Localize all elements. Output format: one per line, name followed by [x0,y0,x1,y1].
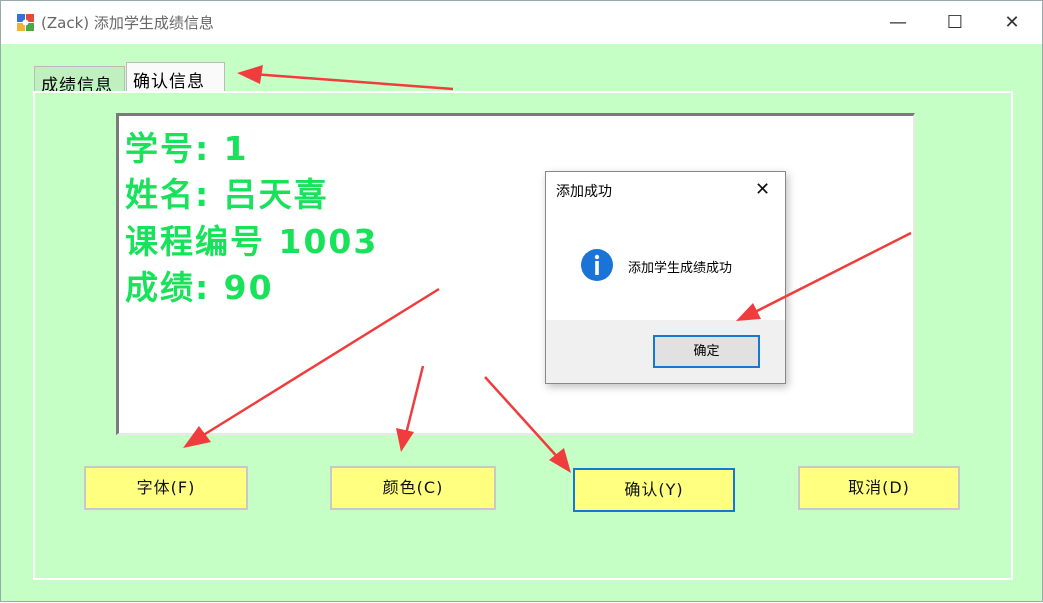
color-button[interactable]: 颜色(C) [330,466,496,510]
score-line: 成绩: 90 [125,268,274,307]
dialog-ok-button[interactable]: 确定 [653,335,760,368]
student-id-line: 学号: 1 [125,129,249,168]
maximize-button[interactable]: ☐ [926,1,984,44]
window-title: (Zack) 添加学生成绩信息 [41,14,214,32]
title-bar: (Zack) 添加学生成绩信息 — ☐ ✕ [1,1,1042,44]
tab-confirm-info[interactable]: 确认信息 [126,62,225,92]
tab-score-info[interactable]: 成绩信息 [34,66,125,96]
success-dialog: 添加成功 ✕ 添加学生成绩成功 确定 [545,171,786,384]
dialog-title: 添加成功 [556,184,612,200]
student-name-line: 姓名: 吕天喜 [125,175,329,214]
course-id-line: 课程编号 1003 [125,222,379,261]
close-button[interactable]: ✕ [983,1,1041,44]
confirm-button[interactable]: 确认(Y) [573,468,735,512]
font-button[interactable]: 字体(F) [84,466,248,510]
app-window: (Zack) 添加学生成绩信息 — ☐ ✕ 成绩信息 确认信息 学号: 1 姓名… [0,0,1043,602]
app-icon [17,14,34,31]
minimize-button[interactable]: — [869,1,927,44]
dialog-message: 添加学生成绩成功 [628,261,733,276]
info-icon [581,249,613,281]
info-display-textarea[interactable]: 学号: 1 姓名: 吕天喜 课程编号 1003 成绩: 90 [116,113,915,435]
cancel-button[interactable]: 取消(D) [798,466,960,510]
dialog-close-icon[interactable]: ✕ [755,179,770,200]
